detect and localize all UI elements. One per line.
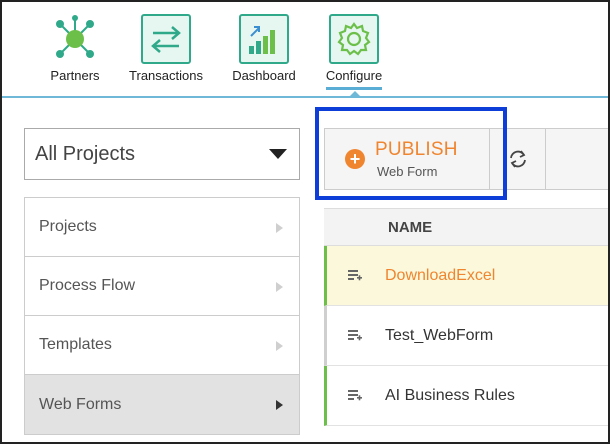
sidebar-item-label: Projects	[39, 218, 97, 235]
nav-dashboard[interactable]: Dashboard	[219, 14, 309, 83]
nav-partners-label: Partners	[50, 68, 100, 83]
nav-transactions[interactable]: Transactions	[121, 14, 211, 83]
table-header: NAME	[324, 208, 608, 246]
nav-partners[interactable]: Partners	[30, 14, 120, 83]
web-forms-table: NAME DownloadExcel Test_WebForm AI Busin…	[324, 208, 608, 426]
partners-network-icon	[50, 14, 100, 64]
refresh-icon	[509, 150, 526, 168]
chevron-right-icon	[276, 341, 283, 351]
active-nav-pointer	[348, 91, 362, 98]
table-row[interactable]: Test_WebForm	[324, 306, 608, 366]
chevron-right-icon	[276, 400, 283, 410]
row-name: DownloadExcel	[385, 266, 496, 284]
project-select-value: All Projects	[35, 142, 136, 165]
nav-transactions-label: Transactions	[129, 68, 203, 83]
form-plus-icon	[347, 328, 363, 349]
side-menu: Projects Process Flow Templates Web Form…	[24, 197, 300, 435]
sidebar-item-process-flow[interactable]: Process Flow	[25, 257, 299, 316]
table-row[interactable]: DownloadExcel	[324, 246, 608, 306]
app-window: Partners Transactions Dashboard Configur…	[0, 0, 610, 444]
gear-icon	[329, 14, 379, 64]
sidebar-item-label: Process Flow	[39, 277, 136, 294]
sidebar-item-web-forms[interactable]: Web Forms	[25, 375, 299, 434]
nav-configure[interactable]: Configure	[309, 14, 399, 90]
publish-label: PUBLISH	[375, 139, 458, 160]
dashboard-chart-icon	[239, 14, 289, 64]
table-row[interactable]: AI Business Rules	[324, 366, 608, 426]
sidebar-item-label: Templates	[39, 336, 112, 353]
sidebar-item-projects[interactable]: Projects	[25, 198, 299, 257]
toolbar: + PUBLISH Web Form	[324, 128, 608, 190]
plus-circle-icon: +	[345, 149, 365, 169]
sidebar-item-templates[interactable]: Templates	[25, 316, 299, 375]
chevron-down-icon	[269, 149, 287, 159]
top-nav: Partners Transactions Dashboard Configur…	[2, 2, 608, 98]
row-name: AI Business Rules	[385, 386, 515, 404]
publish-sublabel: Web Form	[377, 164, 438, 179]
form-plus-icon	[347, 268, 363, 289]
publish-web-form-button[interactable]: + PUBLISH Web Form	[325, 129, 490, 189]
chevron-right-icon	[276, 282, 283, 292]
sidebar-item-label: Web Forms	[39, 395, 122, 413]
chevron-right-icon	[276, 223, 283, 233]
row-name: Test_WebForm	[385, 326, 494, 344]
transactions-arrows-icon	[141, 14, 191, 64]
project-select[interactable]: All Projects	[24, 128, 300, 180]
form-plus-icon	[347, 388, 363, 409]
refresh-button[interactable]	[490, 129, 546, 189]
column-header-name[interactable]: NAME	[388, 219, 432, 236]
nav-configure-label: Configure	[325, 68, 383, 90]
nav-dashboard-label: Dashboard	[232, 68, 296, 83]
